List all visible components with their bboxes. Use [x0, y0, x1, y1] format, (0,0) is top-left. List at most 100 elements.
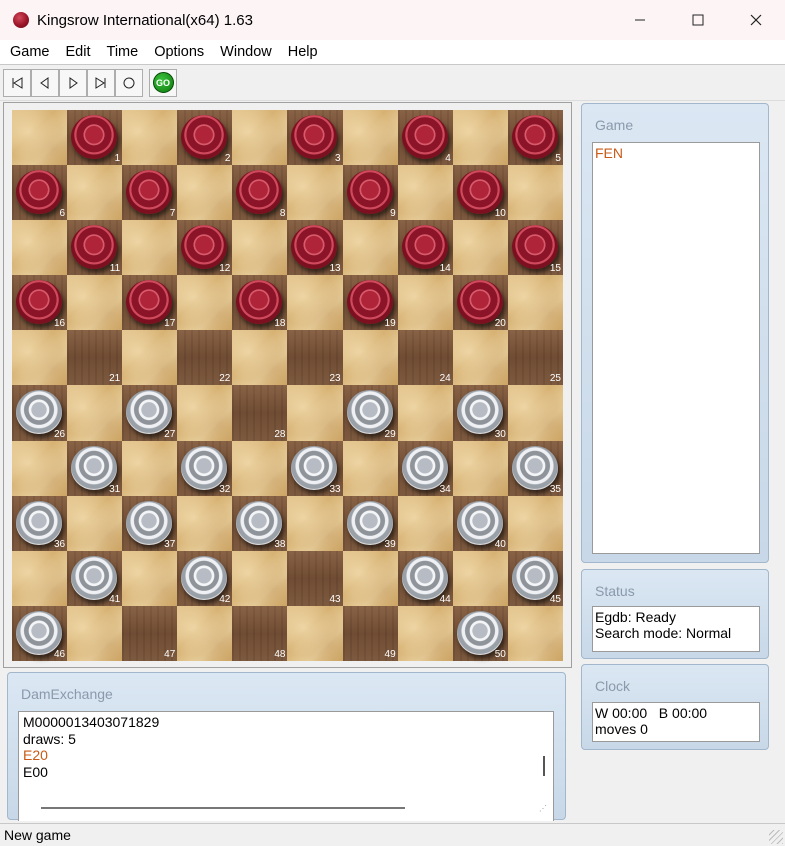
square-number: 45 [549, 593, 561, 605]
dark-square[interactable]: 30 [452, 385, 508, 441]
menu-help[interactable]: Help [280, 44, 326, 60]
dark-square[interactable]: 39 [342, 495, 398, 551]
dark-square[interactable]: 48 [232, 605, 288, 661]
menu-edit[interactable]: Edit [58, 44, 99, 60]
dark-square[interactable]: 46 [12, 605, 68, 661]
dark-square[interactable]: 47 [122, 605, 178, 661]
red-piece[interactable] [16, 170, 62, 215]
dark-square[interactable]: 50 [452, 605, 508, 661]
square-number: 35 [549, 483, 561, 495]
dark-square[interactable]: 23 [287, 330, 343, 386]
dark-square[interactable]: 44 [397, 550, 453, 606]
first-move-icon [12, 76, 23, 89]
dark-square[interactable]: 7 [122, 165, 178, 221]
last-move-button[interactable] [87, 68, 115, 97]
dark-square[interactable]: 36 [12, 495, 68, 551]
dark-square[interactable]: 3 [287, 110, 343, 166]
game-moves-list[interactable]: FEN [592, 142, 760, 554]
app-icon [13, 12, 29, 28]
dark-square[interactable]: 13 [287, 220, 343, 276]
dark-square[interactable]: 28 [232, 385, 288, 441]
horizontal-scrollbar[interactable] [41, 807, 405, 809]
dark-square[interactable]: 17 [122, 275, 178, 331]
dark-square[interactable]: 38 [232, 495, 288, 551]
dark-square[interactable]: 29 [342, 385, 398, 441]
dark-square[interactable]: 31 [67, 440, 123, 496]
dark-square[interactable]: 14 [397, 220, 453, 276]
maximize-icon[interactable] [669, 0, 727, 40]
checkers-board[interactable]: 1 2 3 4 5 6 7 8 9 10 11 12 13 14 15 16 17 18 19 20 21 22 23 24 2… [12, 110, 563, 661]
dark-square[interactable]: 27 [122, 385, 178, 441]
minimize-icon[interactable] [611, 0, 669, 40]
square-number: 3 [335, 153, 341, 165]
dark-square[interactable]: 15 [507, 220, 563, 276]
light-square [177, 605, 233, 661]
square-number: 36 [53, 538, 66, 550]
red-piece[interactable] [346, 170, 393, 215]
red-piece[interactable] [71, 115, 118, 159]
dark-square[interactable]: 1 [67, 110, 123, 166]
square-number: 33 [329, 483, 341, 495]
dark-square[interactable]: 49 [342, 605, 398, 661]
red-piece[interactable] [511, 115, 558, 159]
game-panel: Game FEN [581, 103, 769, 563]
dark-square[interactable]: 25 [507, 330, 563, 386]
dark-square[interactable]: 18 [232, 275, 288, 331]
dark-square[interactable]: 6 [12, 165, 68, 221]
dark-square[interactable]: 16 [12, 275, 68, 331]
menu-window[interactable]: Window [212, 44, 280, 60]
dark-square[interactable]: 24 [397, 330, 453, 386]
vertical-scrollbar[interactable] [543, 756, 545, 776]
light-square [397, 385, 453, 441]
dark-square[interactable]: 35 [507, 440, 563, 496]
next-move-button[interactable] [59, 68, 87, 97]
menu-time[interactable]: Time [99, 44, 147, 60]
light-square [397, 605, 453, 661]
damexchange-log[interactable]: M0000013403071829 draws: 5 E20 E00 ⋰ [18, 711, 554, 821]
circle-button[interactable] [115, 68, 143, 97]
dark-square[interactable]: 37 [122, 495, 178, 551]
square-number: 27 [164, 428, 176, 440]
status-bar: New game [0, 823, 785, 846]
dark-square[interactable]: 20 [452, 275, 508, 331]
dark-square[interactable]: 26 [12, 385, 68, 441]
menu-options[interactable]: Options [146, 44, 212, 60]
light-square [287, 275, 343, 331]
red-piece[interactable] [291, 115, 338, 159]
dark-square[interactable]: 19 [342, 275, 398, 331]
dark-square[interactable]: 45 [507, 550, 563, 606]
red-piece[interactable] [126, 170, 173, 215]
dark-square[interactable]: 2 [177, 110, 233, 166]
first-move-button[interactable] [3, 68, 31, 97]
dark-square[interactable]: 34 [397, 440, 453, 496]
previous-move-button[interactable] [31, 68, 59, 97]
dark-square[interactable]: 41 [67, 550, 123, 606]
dark-square[interactable]: 22 [177, 330, 233, 386]
dark-square[interactable]: 40 [452, 495, 508, 551]
red-piece[interactable] [181, 115, 228, 159]
fen-text[interactable]: FEN [595, 145, 623, 161]
red-piece[interactable] [401, 115, 448, 159]
dark-square[interactable]: 8 [232, 165, 288, 221]
dark-square[interactable]: 33 [287, 440, 343, 496]
log-line: E20 [23, 747, 48, 763]
dark-square[interactable]: 12 [177, 220, 233, 276]
dark-square[interactable]: 32 [177, 440, 233, 496]
go-button[interactable]: GO [149, 68, 177, 97]
dark-square[interactable]: 10 [452, 165, 508, 221]
dark-square[interactable]: 9 [342, 165, 398, 221]
log-line: draws: 5 [23, 730, 76, 747]
dark-square[interactable]: 11 [67, 220, 123, 276]
dark-square[interactable]: 42 [177, 550, 233, 606]
dark-square[interactable]: 4 [397, 110, 453, 166]
close-icon[interactable] [727, 0, 785, 40]
dark-square[interactable]: 5 [507, 110, 563, 166]
dark-square[interactable]: 43 [287, 550, 343, 606]
light-square [122, 110, 178, 166]
red-piece[interactable] [236, 170, 283, 215]
dark-square[interactable]: 21 [67, 330, 123, 386]
light-square [12, 110, 68, 166]
menu-game[interactable]: Game [2, 44, 58, 60]
window-resize-grip-icon[interactable] [769, 830, 783, 844]
previous-move-icon [40, 76, 49, 89]
